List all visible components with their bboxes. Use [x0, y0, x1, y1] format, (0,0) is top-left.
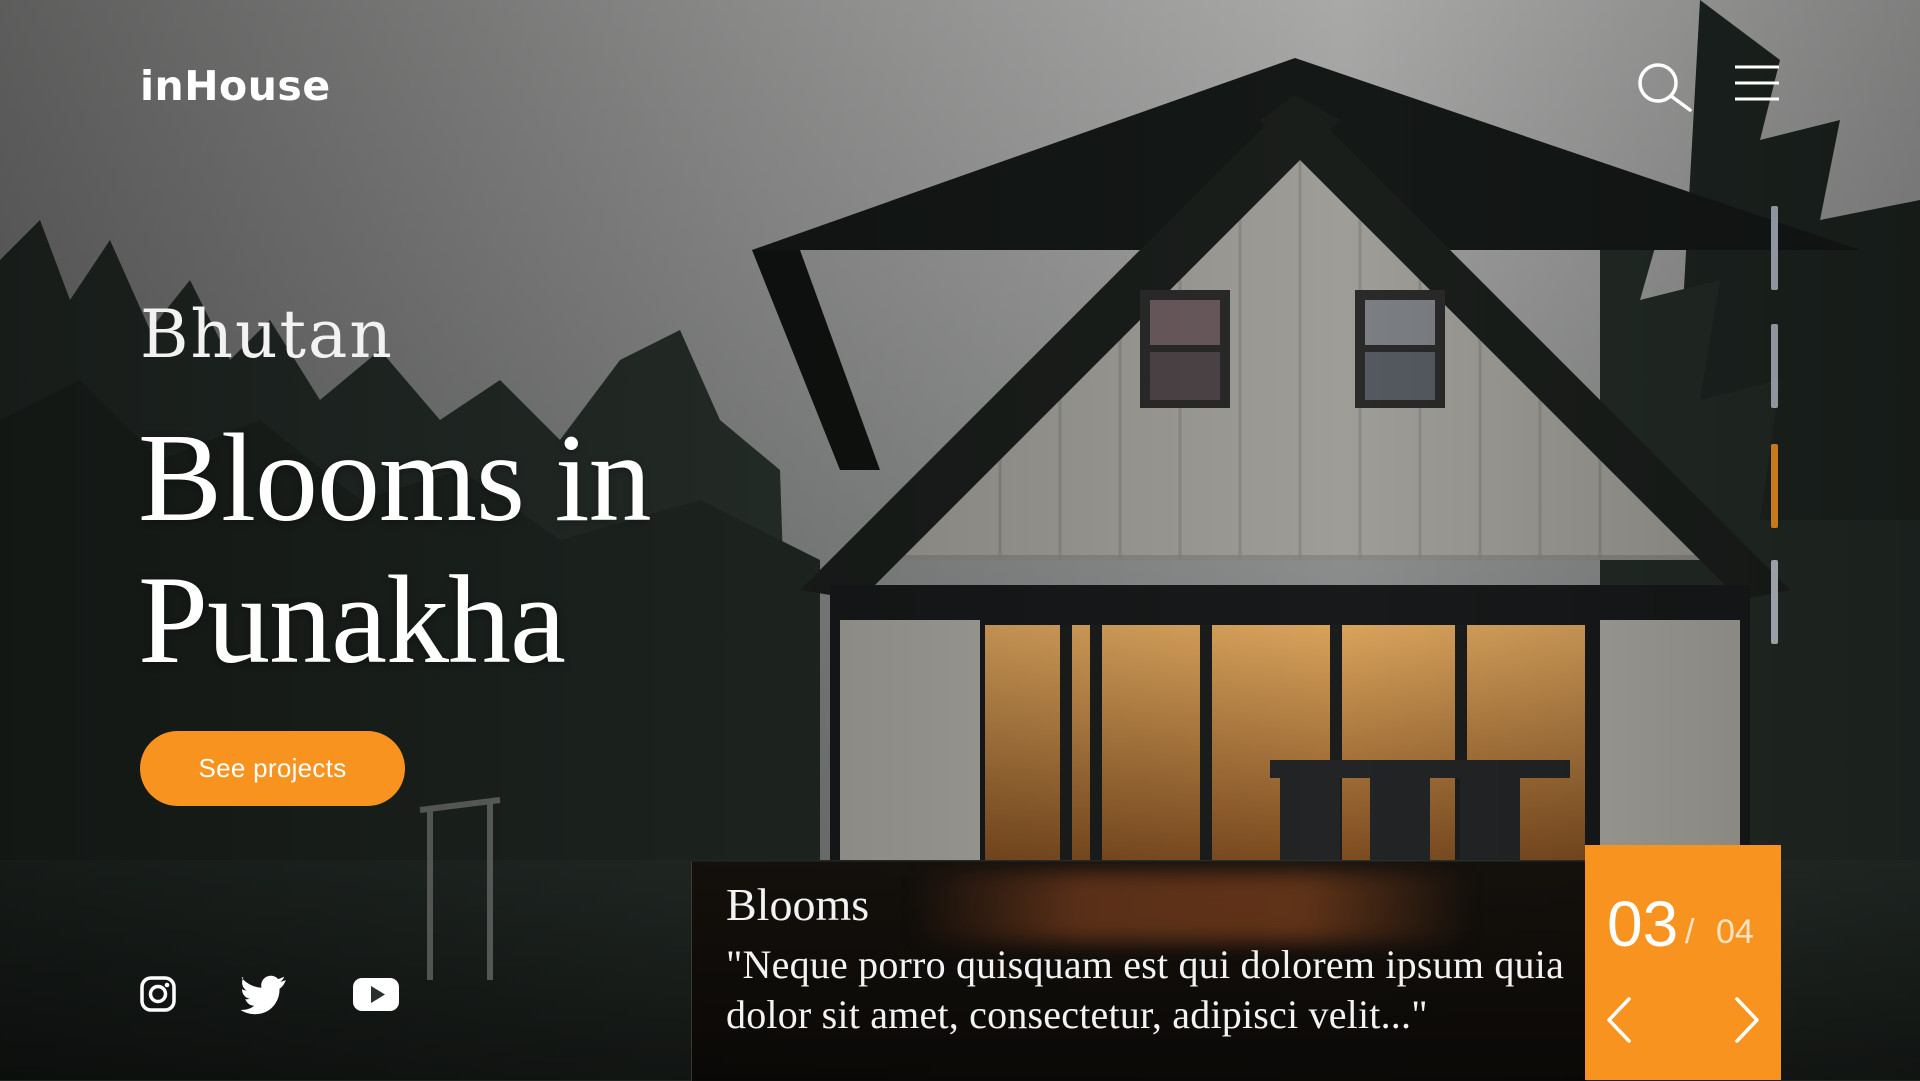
- info-card: Blooms "Neque porro quisquam est qui dol…: [691, 861, 1586, 1081]
- search-icon[interactable]: [1636, 62, 1694, 112]
- hamburger-menu-icon[interactable]: [1734, 64, 1780, 102]
- slide-progress-indicator: [1771, 206, 1779, 650]
- see-projects-button[interactable]: See projects: [140, 731, 405, 806]
- hero-headline-line-1: Blooms in: [138, 409, 652, 548]
- current-slide-number: 03: [1607, 888, 1679, 960]
- slide-indicator-2[interactable]: [1771, 324, 1778, 408]
- brand-logo[interactable]: inHouse: [140, 62, 331, 110]
- chevron-right-icon[interactable]: [1725, 995, 1765, 1045]
- counter-separator: /: [1685, 913, 1695, 951]
- total-slides-number: 04: [1716, 913, 1754, 951]
- hero-headline: Blooms in Punakha: [138, 408, 838, 692]
- slide-indicator-3[interactable]: [1771, 444, 1778, 528]
- slide-counter-panel: 03 / 04: [1585, 845, 1781, 1080]
- card-background-blur: [912, 872, 1472, 942]
- hero-headline-line-2: Punakha: [138, 551, 566, 690]
- twitter-icon[interactable]: [240, 970, 287, 1018]
- hero-location: Bhutan: [140, 296, 394, 373]
- youtube-icon[interactable]: [352, 970, 400, 1018]
- card-title: Blooms: [726, 879, 870, 930]
- slide-indicator-1[interactable]: [1771, 206, 1778, 290]
- chevron-left-icon[interactable]: [1601, 995, 1641, 1045]
- instagram-icon[interactable]: [140, 970, 176, 1018]
- card-quote: "Neque porro quisquam est qui dolorem ip…: [726, 942, 1565, 1037]
- slide-indicator-4[interactable]: [1771, 560, 1778, 644]
